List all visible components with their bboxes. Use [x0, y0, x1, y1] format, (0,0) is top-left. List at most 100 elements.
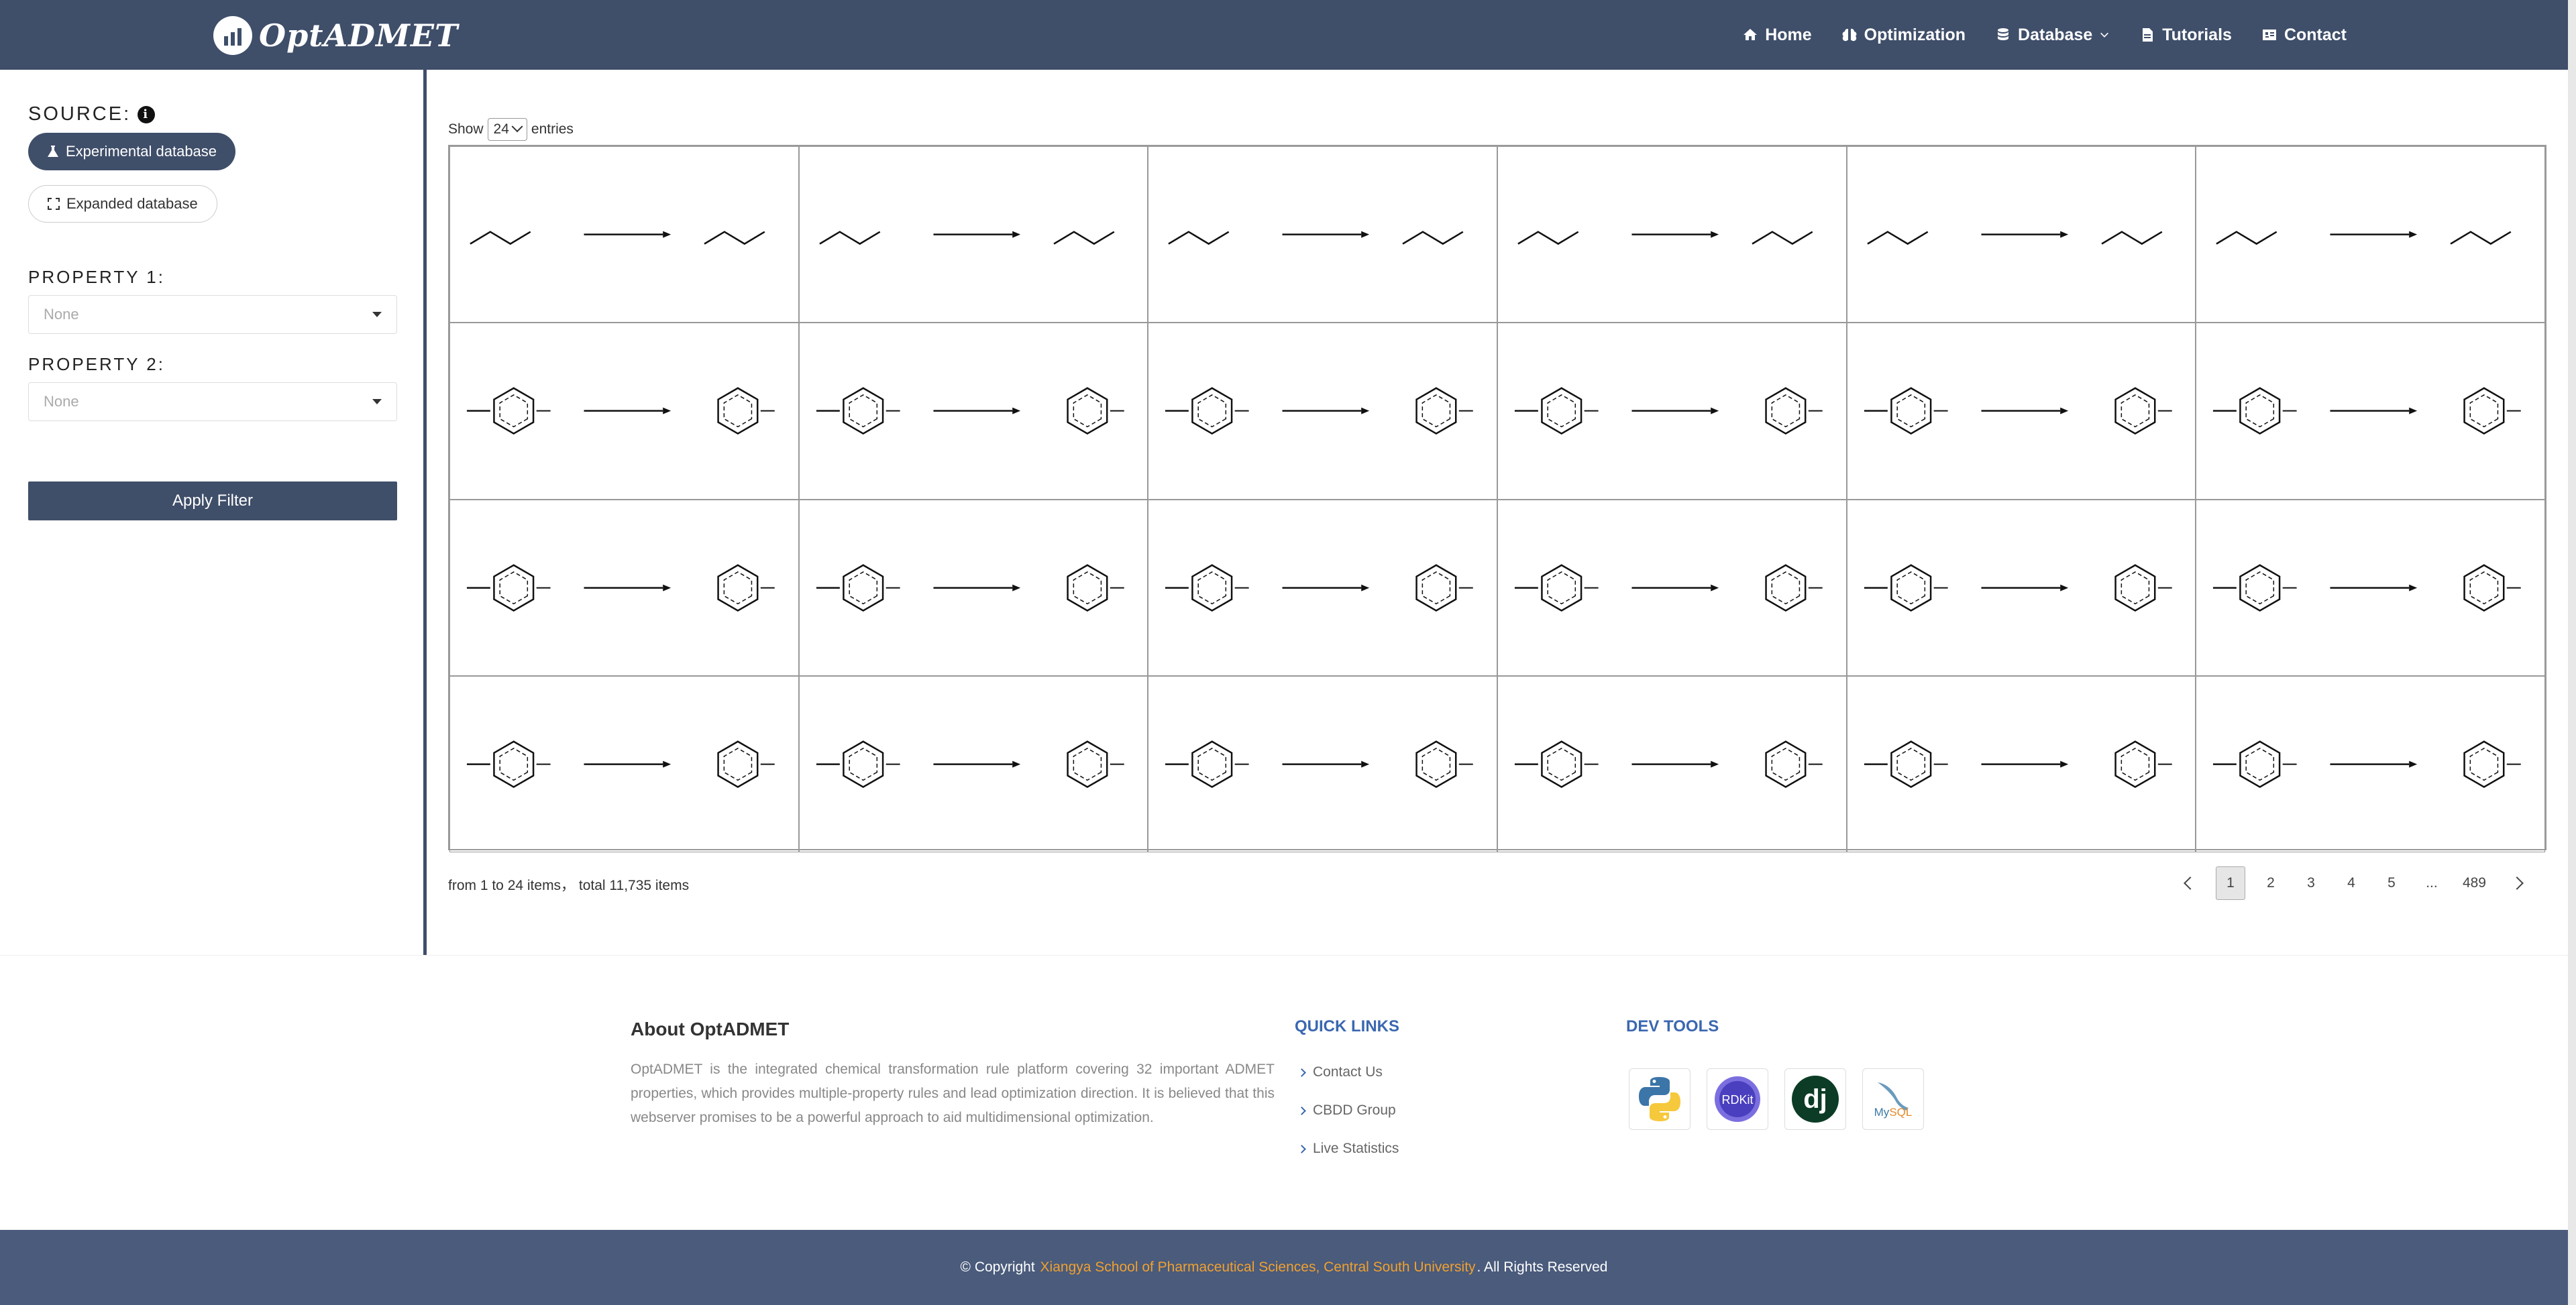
page-button-489[interactable]: 489	[2457, 866, 2491, 900]
page-button-4[interactable]: 4	[2337, 866, 2366, 900]
caret-down-icon	[372, 312, 382, 317]
rule-cell[interactable]	[1148, 146, 1497, 323]
nav-database-dropdown[interactable]: Database	[1995, 25, 2110, 45]
chevron-down-icon	[511, 121, 523, 133]
rule-cell[interactable]	[1846, 499, 2196, 676]
organization-link[interactable]: Xiangya School of Pharmaceutical Science…	[1040, 1259, 1476, 1275]
molecule-transformation-image	[1517, 231, 1813, 245]
main-nav: Home Optimization Database Tutorials Con…	[1742, 0, 2347, 70]
rule-cell[interactable]	[2196, 323, 2545, 500]
molecule-transformation-image	[1864, 740, 2172, 789]
molecule-transformation-image	[818, 231, 1115, 245]
quick-links-title: QUICK LINKS	[1295, 1017, 1399, 1035]
top-navbar: OptADMET Home Optimization Database Tuto…	[0, 0, 2568, 70]
molecule-transformation-image	[816, 563, 1124, 612]
python-logo[interactable]	[1629, 1068, 1690, 1130]
filter-sidebar: SOURCE: i Experimental database Expanded…	[0, 70, 427, 955]
entries-length-control: Show 24 entries	[448, 118, 574, 141]
property1-label: PROPERTY 1:	[28, 267, 165, 287]
rule-cell[interactable]	[798, 146, 1148, 323]
rule-cell[interactable]	[1846, 146, 2196, 323]
rule-cell[interactable]	[2196, 675, 2545, 853]
nav-tutorials[interactable]: Tutorials	[2139, 25, 2232, 45]
contact-card-icon	[2262, 30, 2276, 40]
prev-page-button[interactable]	[2176, 866, 2205, 900]
rule-cell[interactable]	[1148, 675, 1497, 853]
rule-cell[interactable]	[1497, 499, 1847, 676]
source-label: SOURCE: i	[28, 103, 156, 125]
mysql-logo[interactable]: MySQL	[1862, 1068, 1924, 1130]
site-logo[interactable]: OptADMET	[213, 15, 458, 56]
molecule-transformation-image	[2213, 740, 2522, 789]
about-title: About OptADMET	[631, 1019, 790, 1039]
expanded-database-button[interactable]: Expanded database	[28, 185, 217, 223]
django-logo[interactable]: dj	[1784, 1068, 1846, 1130]
page-scrollbar[interactable]	[2568, 0, 2576, 1305]
info-icon[interactable]: i	[138, 105, 156, 123]
pagination: 1 2 3 4 5... 489	[2176, 866, 2532, 900]
brain-icon	[1842, 28, 1857, 42]
rule-cell[interactable]	[798, 675, 1148, 853]
rule-cell[interactable]	[449, 675, 799, 853]
rule-cell[interactable]	[2196, 146, 2545, 323]
molecule-transformation-image	[816, 387, 1124, 435]
rule-cell[interactable]	[1148, 323, 1497, 500]
property2-select[interactable]: None	[28, 382, 397, 421]
molecule-transformation-image	[1165, 563, 1474, 612]
rule-cell[interactable]	[1497, 146, 1847, 323]
home-icon	[1743, 29, 1758, 40]
molecule-transformation-image	[1514, 387, 1823, 435]
apply-filter-button[interactable]: Apply Filter	[28, 481, 397, 520]
rule-cell[interactable]	[1497, 675, 1847, 853]
rule-cell[interactable]	[798, 323, 1148, 500]
entries-select[interactable]: 24	[487, 118, 527, 141]
rule-cell[interactable]	[798, 499, 1148, 676]
rule-cell[interactable]	[2196, 499, 2545, 676]
chevron-right-icon	[1297, 1068, 1306, 1077]
chevron-left-icon	[2184, 876, 2197, 890]
experimental-database-button[interactable]: Experimental database	[28, 133, 236, 170]
page-button-5[interactable]: 5	[2377, 866, 2406, 900]
rule-cell[interactable]	[1148, 499, 1497, 676]
molecule-transformation-image	[466, 563, 775, 612]
rdkit-logo[interactable]: RDKit	[1707, 1068, 1768, 1130]
rule-cell[interactable]	[1846, 323, 2196, 500]
molecule-transformation-image	[466, 387, 775, 435]
molecule-transformation-image	[2216, 231, 2512, 245]
nav-contact[interactable]: Contact	[2261, 25, 2347, 45]
transformation-rule-grid	[448, 145, 2546, 853]
rule-cell[interactable]	[449, 323, 799, 500]
page-button-2[interactable]: 2	[2256, 866, 2286, 900]
molecule-transformation-image	[1514, 563, 1823, 612]
rule-cell[interactable]	[449, 146, 799, 323]
next-page-button[interactable]	[2502, 866, 2532, 900]
molecule-transformation-image	[1864, 387, 2172, 435]
molecule-transformation-image	[466, 740, 775, 789]
molecule-transformation-image	[470, 231, 765, 245]
quick-link-cbdd-group[interactable]: CBDD Group	[1297, 1102, 1396, 1119]
chevron-down-icon	[2100, 32, 2109, 38]
molecule-transformation-image	[1514, 740, 1823, 789]
database-icon	[1998, 28, 2009, 40]
molecule-transformation-image	[1864, 563, 2172, 612]
rule-cell[interactable]	[449, 499, 799, 676]
quick-link-live-statistics[interactable]: Live Statistics	[1297, 1141, 1399, 1157]
footer-copyright: © Copyright Xiangya School of Pharmaceut…	[0, 1230, 2568, 1305]
property1-select[interactable]: None	[28, 295, 397, 334]
molecule-transformation-image	[2213, 387, 2522, 435]
rule-cell[interactable]	[1497, 323, 1847, 500]
nav-home[interactable]: Home	[1742, 25, 1812, 45]
chevron-right-icon	[1297, 1106, 1306, 1115]
nav-optimization[interactable]: Optimization	[1841, 25, 1966, 45]
about-text: OptADMET is the integrated chemical tran…	[631, 1062, 1275, 1125]
dev-tools-title: DEV TOOLS	[1626, 1017, 1719, 1035]
page-button-1[interactable]: 1	[2215, 866, 2245, 900]
svg-text:MySQL: MySQL	[1874, 1106, 1913, 1119]
rule-cell[interactable]	[1846, 675, 2196, 853]
page-button-3[interactable]: 3	[2296, 866, 2326, 900]
molecule-transformation-image	[816, 740, 1124, 789]
molecule-transformation-image	[1165, 387, 1474, 435]
caret-down-icon	[372, 399, 382, 404]
footer-info: About OptADMET OptADMET is the integrate…	[0, 955, 2568, 1230]
quick-link-contact-us[interactable]: Contact Us	[1297, 1064, 1383, 1080]
